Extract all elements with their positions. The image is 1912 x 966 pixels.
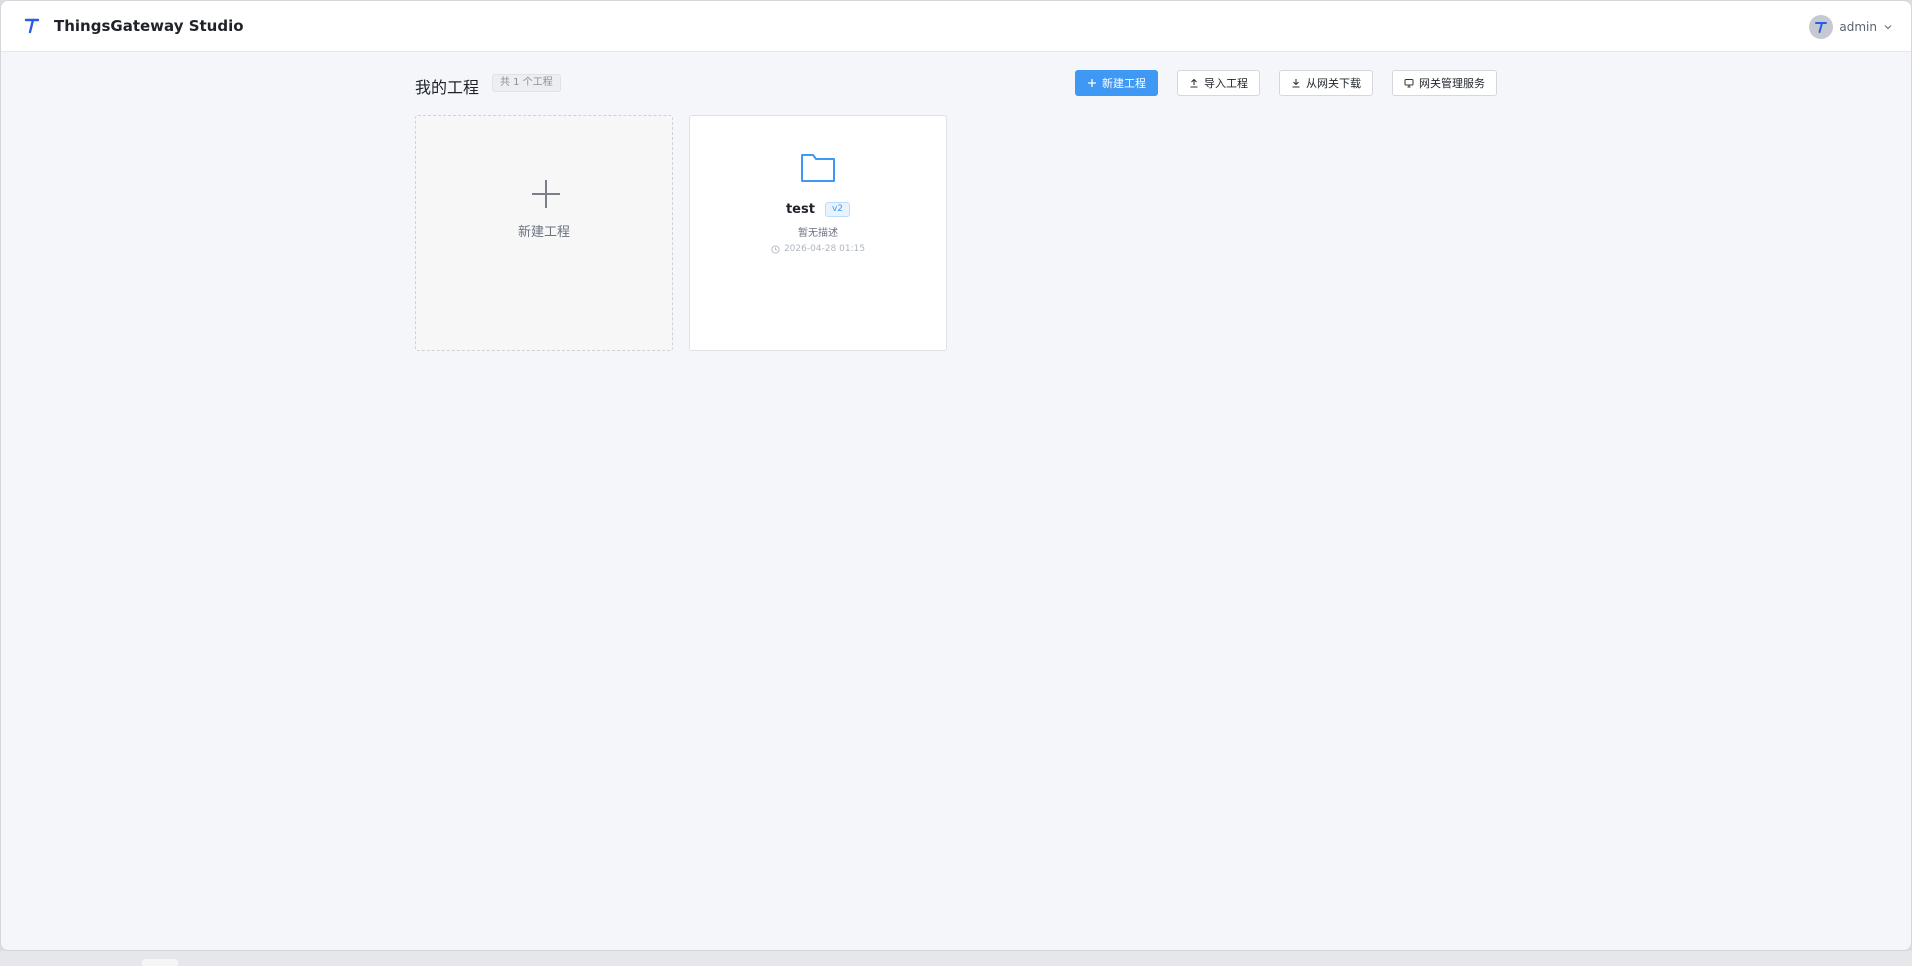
upload-icon <box>1190 78 1198 88</box>
download-from-gateway-label: 从网关下载 <box>1306 77 1361 90</box>
avatar-logo-icon <box>1815 22 1828 33</box>
page-title: 我的工程 <box>415 78 480 97</box>
download-icon <box>1292 79 1300 88</box>
user-name: admin <box>1839 20 1877 34</box>
monitor-icon <box>1404 79 1414 88</box>
user-menu[interactable]: admin <box>1809 14 1893 40</box>
new-project-card[interactable]: 新建工程 <box>415 115 673 351</box>
import-project-button[interactable]: 导入工程 <box>1177 70 1260 96</box>
gateway-service-button[interactable]: 网关管理服务 <box>1392 70 1497 96</box>
project-description: 暂无描述 <box>798 228 838 239</box>
clock-icon <box>771 244 780 254</box>
project-version-badge: v2 <box>824 202 851 217</box>
project-updated-time: 2026-04-28 01:15 <box>783 244 866 254</box>
taskbar <box>0 951 1912 966</box>
project-card[interactable]: test v2 暂无描述 2026-04-28 01:15 <box>689 115 947 351</box>
projects-section: 我的工程 共 1 个工程 新建工程 导入工程 从网关下载 网关管理服务 新建工程… <box>415 70 1497 351</box>
download-from-gateway-button[interactable]: 从网关下载 <box>1279 70 1373 96</box>
logo-icon <box>24 18 40 34</box>
project-name: test <box>785 202 815 217</box>
project-updated: 2026-04-28 01:15 <box>690 244 946 254</box>
avatar[interactable] <box>1809 15 1834 39</box>
plus-icon <box>1088 79 1096 87</box>
app-window: ThingsGateway Studio admin 我的工程 共 1 个工程 <box>0 0 1912 951</box>
gateway-service-label: 网关管理服务 <box>1419 77 1485 90</box>
project-count-badge: 共 1 个工程 <box>492 74 561 92</box>
plus-icon <box>532 180 560 208</box>
top-header: ThingsGateway Studio admin <box>1 1 1911 52</box>
new-project-card-label: 新建工程 <box>517 225 570 240</box>
app-title: ThingsGateway Studio <box>54 17 244 35</box>
import-project-label: 导入工程 <box>1204 77 1248 90</box>
project-grid: 新建工程 test v2 暂无描述 2026-04-28 01:15 <box>415 115 947 351</box>
chevron-down-icon[interactable] <box>1883 22 1893 32</box>
taskbar-item[interactable] <box>142 959 178 966</box>
folder-icon <box>801 154 835 182</box>
new-project-label: 新建工程 <box>1102 77 1146 90</box>
title-row: 我的工程 共 1 个工程 新建工程 导入工程 从网关下载 网关管理服务 <box>415 70 1497 98</box>
toolbar: 新建工程 导入工程 从网关下载 网关管理服务 <box>1075 70 1497 96</box>
new-project-button[interactable]: 新建工程 <box>1075 70 1158 96</box>
project-title-row: test v2 <box>690 202 946 217</box>
